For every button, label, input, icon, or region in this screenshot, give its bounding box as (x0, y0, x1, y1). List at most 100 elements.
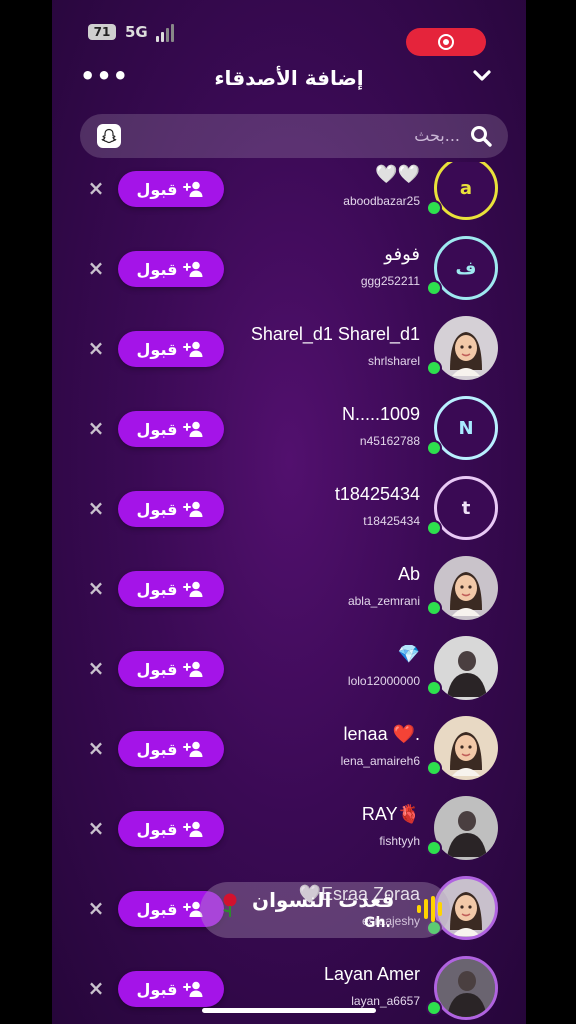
accept-button[interactable]: قبول (118, 971, 224, 1007)
search-bar[interactable]: بحث... (80, 114, 508, 158)
list-item[interactable]: × قبول 🤍🤍 aboodbazar25 a (52, 162, 526, 236)
accept-label: قبول (136, 899, 178, 919)
accept-button[interactable]: قبول (118, 651, 224, 687)
avatar[interactable] (434, 636, 498, 700)
photo-icon (437, 639, 495, 697)
dismiss-button[interactable]: × (86, 178, 106, 198)
audio-wave-icon (417, 896, 442, 922)
music-player-overlay[interactable]: قعدت النسوان Gh. (200, 882, 450, 938)
search-icon (471, 126, 492, 147)
online-status-icon (426, 1000, 442, 1016)
add-friend-icon (183, 821, 203, 837)
online-status-icon (426, 440, 442, 456)
list-item[interactable]: × قبول 💎 lolo12000000 (52, 636, 526, 716)
screen: 71 5G ••• إضافة الأصدقاء بحث... × قبول 🤍… (52, 0, 526, 1024)
online-status-icon (426, 840, 442, 856)
avatar[interactable] (434, 956, 498, 1020)
dismiss-button[interactable]: × (86, 578, 106, 598)
display-name: t18425434 (334, 484, 420, 504)
photo-icon (437, 959, 495, 1017)
accept-button[interactable]: قبول (118, 331, 224, 367)
accept-label: قبول (136, 659, 178, 679)
display-name: lenaa ❤️. (343, 724, 420, 744)
display-name: RAY🫀 (361, 804, 420, 824)
avatar[interactable]: N (434, 396, 498, 460)
dismiss-button[interactable]: × (86, 898, 106, 918)
dismiss-button[interactable]: × (86, 418, 106, 438)
avatar[interactable]: t (434, 476, 498, 540)
list-item[interactable]: × قبول lenaa ❤️. lena_amaireh6 (52, 716, 526, 796)
avatar[interactable] (434, 716, 498, 780)
add-friend-icon (183, 581, 203, 597)
display-name: Sharel_d1 Sharel_d1 (250, 324, 420, 344)
display-name: 🤍🤍 (375, 164, 420, 184)
accept-button[interactable]: قبول (118, 491, 224, 527)
dismiss-button[interactable]: × (86, 258, 106, 278)
accept-label: قبول (136, 339, 178, 359)
accept-button[interactable]: قبول (118, 811, 224, 847)
display-name: Layan Amer (323, 964, 420, 984)
chevron-down-icon[interactable] (472, 66, 492, 86)
bitmoji-icon (450, 732, 482, 776)
avatar[interactable]: a (434, 162, 498, 220)
display-name: فوفو (384, 244, 420, 264)
accept-label: قبول (136, 499, 178, 519)
avatar[interactable] (434, 556, 498, 620)
dismiss-button[interactable]: × (86, 338, 106, 358)
header: ••• إضافة الأصدقاء (52, 58, 526, 98)
avatar[interactable]: ف (434, 236, 498, 300)
screen-recording-button[interactable] (406, 28, 486, 56)
username: n45162788 (359, 434, 420, 448)
online-status-icon (426, 760, 442, 776)
accept-button[interactable]: قبول (118, 251, 224, 287)
accept-label: قبول (136, 419, 178, 439)
list-item[interactable]: × قبول N.....1009 n45162788 N (52, 396, 526, 476)
dismiss-button[interactable]: × (86, 738, 106, 758)
dismiss-button[interactable]: × (86, 978, 106, 998)
bitmoji-icon (450, 332, 482, 376)
username: lolo12000000 (347, 674, 420, 688)
avatar-letter: a (459, 177, 473, 199)
username: aboodbazar25 (343, 194, 420, 208)
avatar-letter: ف (455, 257, 477, 279)
snapchat-ghost-icon[interactable] (97, 124, 121, 148)
avatar[interactable] (434, 796, 498, 860)
avatar-letter: N (458, 417, 474, 439)
list-item[interactable]: × قبول t18425434 t18425434 t (52, 476, 526, 556)
search-placeholder: بحث... (414, 126, 460, 145)
accept-button[interactable]: قبول (118, 171, 224, 207)
add-friend-icon (183, 501, 203, 517)
network-label: 5G (125, 23, 148, 41)
username: layan_a6657 (351, 994, 420, 1008)
avatar-letter: t (461, 497, 471, 519)
add-friend-icon (183, 181, 203, 197)
list-item[interactable]: × قبول Ab abla_zemrani (52, 556, 526, 636)
dismiss-button[interactable]: × (86, 498, 106, 518)
accept-button[interactable]: قبول (118, 411, 224, 447)
online-status-icon (426, 520, 442, 536)
accept-button[interactable]: قبول (118, 731, 224, 767)
username: shrlsharel (367, 354, 420, 368)
accept-button[interactable]: قبول (118, 571, 224, 607)
dismiss-button[interactable]: × (86, 818, 106, 838)
list-item[interactable]: × قبول Sharel_d1 Sharel_d1 shrlsharel (52, 316, 526, 396)
add-friend-icon (183, 661, 203, 677)
bitmoji-icon (450, 572, 482, 616)
song-title: قعدت النسوان (252, 888, 395, 912)
add-friend-icon (183, 421, 203, 437)
rose-icon (223, 893, 237, 917)
list-item[interactable]: × قبول فوفو ggg252211 ف (52, 236, 526, 316)
song-artist: Gh. (364, 915, 391, 931)
list-item[interactable]: × قبول Layan Amer layan_a6657 (52, 956, 526, 1024)
signal-icon (156, 24, 180, 42)
accept-label: قبول (136, 579, 178, 599)
dismiss-button[interactable]: × (86, 658, 106, 678)
online-status-icon (426, 200, 442, 216)
battery-indicator: 71 (88, 24, 116, 40)
photo-icon (437, 799, 495, 857)
avatar[interactable] (434, 316, 498, 380)
add-friend-icon (183, 741, 203, 757)
list-item[interactable]: × قبول RAY🫀 fishtyyh (52, 796, 526, 876)
add-friend-icon (183, 341, 203, 357)
add-friend-icon (183, 261, 203, 277)
